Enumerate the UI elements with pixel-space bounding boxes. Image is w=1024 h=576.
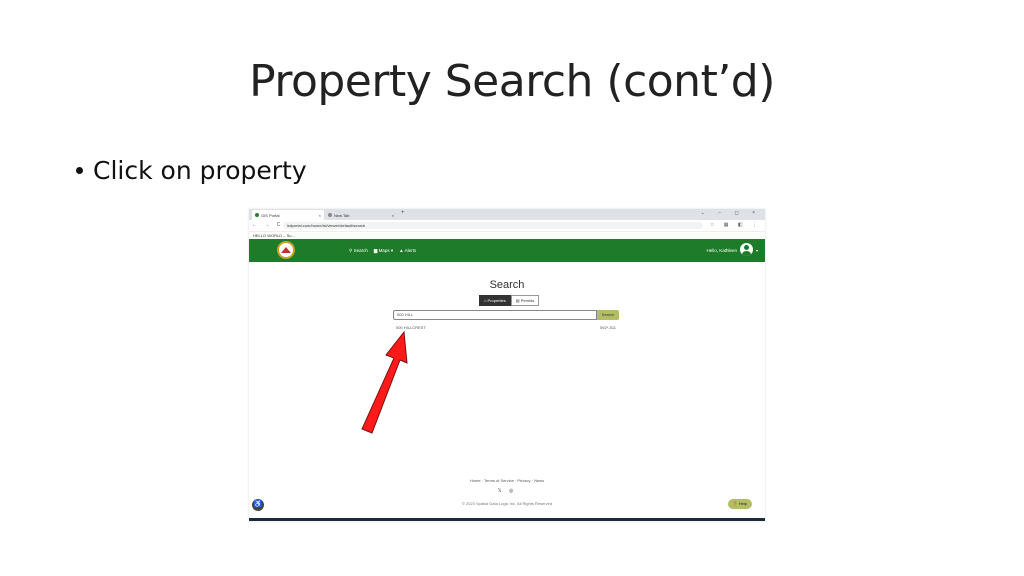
- user-avatar-icon[interactable]: [740, 243, 753, 256]
- address-bar-icons[interactable]: ☆ ▦ ◧ ⋮: [710, 222, 761, 228]
- accessibility-icon[interactable]: ♿: [252, 499, 264, 511]
- browser-screenshot: GIS Portal × New Tab × + ⌄ − ◻ × ← → C isi…: [249, 209, 765, 521]
- tab-gis-portal[interactable]: GIS Portal ×: [252, 210, 324, 220]
- red-arrow-icon: [361, 330, 408, 434]
- home-icon: ⌂: [484, 298, 487, 303]
- toggle-permits[interactable]: ▤ Permits: [510, 295, 540, 306]
- search-input[interactable]: 500 HILL: [393, 310, 597, 320]
- footer-links[interactable]: Home · Terms of Service · Privacy · News: [249, 478, 765, 483]
- copyright-text: © 2023 Spatial Data Logic Inc. All Right…: [461, 501, 553, 506]
- tab-label: GIS Portal: [261, 212, 280, 218]
- user-greeting[interactable]: Hello, Kathleen: [706, 248, 737, 253]
- search-icon: ⚲: [349, 248, 353, 253]
- nav-buttons[interactable]: ← → C: [252, 222, 283, 228]
- toggle-properties[interactable]: ⌂ Properties: [479, 295, 511, 306]
- nav-maps[interactable]: ▆ Maps ▾: [374, 248, 393, 254]
- nav-alerts-label: Alerts: [404, 248, 417, 253]
- url-field[interactable]: isiiportal.com/home/isi/viewer/default/s…: [283, 222, 703, 229]
- site-nav: ⚲ Search ▆ Maps ▾ ▲ Alerts: [349, 248, 416, 254]
- nav-alerts[interactable]: ▲ Alerts: [399, 248, 416, 254]
- close-icon[interactable]: ×: [319, 213, 321, 218]
- map-icon: ▆: [373, 248, 378, 253]
- window-controls[interactable]: ⌄ − ◻ ×: [701, 210, 761, 216]
- search-button[interactable]: Search: [597, 310, 619, 320]
- tab-label: New Tab: [334, 212, 350, 218]
- search-type-toggle: ⌂ Properties ▤ Permits: [479, 295, 540, 306]
- chevron-down-icon[interactable]: ▾: [756, 248, 758, 253]
- search-heading: Search: [489, 279, 525, 291]
- favicon-icon: [255, 213, 259, 217]
- bullet-text: Click on property: [93, 156, 307, 185]
- nav-maps-label: Maps ▾: [378, 248, 394, 253]
- help-button[interactable]: ❓ Help: [727, 499, 752, 509]
- nav-search[interactable]: ⚲ Search: [349, 248, 368, 254]
- tab-new-tab[interactable]: New Tab ×: [325, 210, 397, 220]
- avatar-head: [744, 245, 749, 250]
- favicon-icon: [328, 213, 332, 217]
- taskbar-strip: [249, 518, 765, 521]
- site-header: ⚲ Search ▆ Maps ▾ ▲ Alerts Hello, Kathle…: [249, 239, 765, 262]
- house-icon: [281, 247, 291, 253]
- bullet-item: Click on property: [76, 156, 307, 185]
- toggle-properties-label: Properties: [487, 298, 506, 303]
- new-tab-button[interactable]: +: [401, 210, 405, 216]
- avatar-body: [742, 251, 751, 256]
- bullet-dot-icon: [76, 166, 83, 174]
- slide-title: Property Search (cont’d): [249, 56, 775, 107]
- social-icons[interactable]: 𝕏 ◎: [249, 488, 765, 494]
- nav-search-label: Search: [353, 248, 368, 253]
- site-logo-icon[interactable]: [277, 241, 295, 259]
- bell-icon: ▲: [399, 248, 404, 253]
- browser-tab-bar: GIS Portal × New Tab × + ⌄ − ◻ ×: [249, 209, 765, 220]
- search-result-item[interactable]: 500 HILLCREST 592*-511: [393, 324, 619, 332]
- arrow-shape: [361, 330, 408, 434]
- toggle-permits-label: Permits: [520, 298, 535, 303]
- search-bar: 500 HILL Search: [393, 310, 619, 320]
- bookmark-item[interactable]: HELLO WORLD – Su...: [249, 232, 765, 239]
- doc-icon: ▤: [515, 298, 520, 303]
- address-bar-row: ← → C isiiportal.com/home/isi/viewer/def…: [249, 220, 765, 232]
- result-parcel-id: 592*-511: [600, 325, 616, 330]
- close-icon[interactable]: ×: [392, 213, 394, 218]
